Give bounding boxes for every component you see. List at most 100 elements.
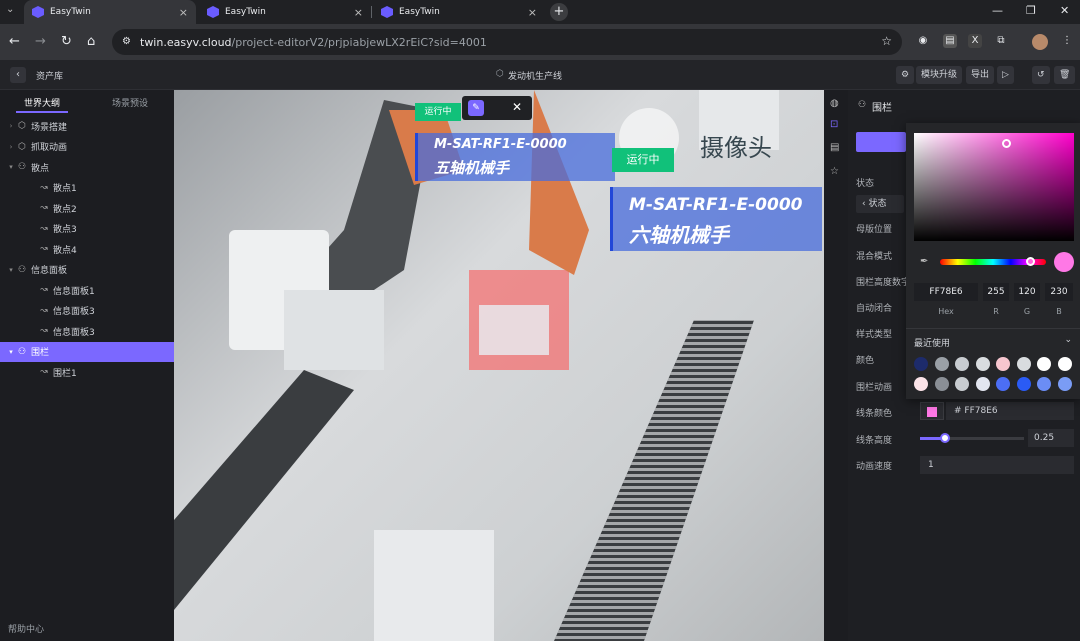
info-panel-six-axis[interactable]: M-SAT-RF1-E-0000 六轴机械手 bbox=[610, 187, 822, 251]
expand-arrow-icon[interactable]: › bbox=[6, 122, 16, 130]
app-header: ‹ 资产库 ⬡ 发动机生产线 ⚙ 模块升级 导出 ▷ ↺ 🗑 bbox=[0, 60, 1080, 90]
line-color-swatch[interactable] bbox=[920, 402, 944, 420]
export-button[interactable]: 导出 bbox=[966, 66, 995, 84]
close-icon[interactable]: × bbox=[528, 6, 537, 19]
new-tab-button[interactable]: + bbox=[550, 3, 568, 21]
delete-icon[interactable]: 🗑 bbox=[1054, 66, 1076, 84]
browser-menu-icon[interactable]: ⋮ bbox=[1060, 34, 1074, 48]
reload-icon[interactable]: ↻ bbox=[61, 34, 72, 49]
restore-icon[interactable]: ❐ bbox=[1026, 4, 1036, 17]
close-icon[interactable]: × bbox=[354, 6, 363, 19]
x-extension-icon[interactable]: X bbox=[968, 34, 982, 48]
star-icon[interactable]: ☆ bbox=[830, 166, 839, 177]
outline-item[interactable]: ↝ 围栏1 bbox=[0, 362, 174, 382]
select-node-icon[interactable]: ⊡ bbox=[830, 119, 838, 130]
color-swatch[interactable] bbox=[1057, 357, 1072, 371]
extension-icon[interactable]: ▤ bbox=[943, 34, 957, 48]
settings-gear-icon[interactable]: ⚙ bbox=[896, 66, 915, 84]
outline-item[interactable]: ↝ 散点4 bbox=[0, 239, 174, 259]
eyedropper-icon[interactable]: ✒ bbox=[920, 256, 928, 267]
browser-tab[interactable]: EasyTwin × bbox=[199, 0, 372, 24]
outline-item[interactable]: ↝ 信息面板3 bbox=[0, 321, 174, 341]
screenshot-extension-icon[interactable]: ◉ bbox=[916, 34, 930, 48]
site-info-icon[interactable]: ⚙ bbox=[122, 36, 131, 47]
hex-input[interactable]: FF78E6 bbox=[914, 283, 978, 301]
extensions-puzzle-icon[interactable]: ⧉ bbox=[994, 34, 1008, 48]
outline-item[interactable]: ↝ 信息面板3 bbox=[0, 301, 174, 321]
asset-library-link[interactable]: 资产库 bbox=[36, 69, 63, 82]
outline-item[interactable]: ↝ 散点2 bbox=[0, 198, 174, 218]
outline-item[interactable]: ↝ 散点3 bbox=[0, 219, 174, 239]
home-icon[interactable]: ⌂ bbox=[87, 34, 95, 49]
bookmark-star-icon[interactable]: ☆ bbox=[881, 34, 892, 48]
expand-arrow-icon[interactable]: ▾ bbox=[6, 348, 16, 356]
outline-item[interactable]: › ⬡ 抓取动画 bbox=[0, 137, 174, 157]
saturation-value-area[interactable] bbox=[914, 133, 1074, 241]
equipment-name: 五轴机械手 bbox=[434, 159, 510, 177]
slider-handle[interactable] bbox=[940, 433, 950, 443]
tab-search-icon[interactable]: ⌄ bbox=[6, 4, 14, 15]
layers-icon[interactable]: ▤ bbox=[830, 142, 839, 153]
url-path: /project-editorV2/prjpiabjewLX2rEiC?sid=… bbox=[231, 35, 487, 49]
outline-item[interactable]: ▾ ⚇ 散点 bbox=[0, 157, 174, 177]
window-close-icon[interactable]: ✕ bbox=[1060, 4, 1069, 17]
back-arrow-icon[interactable]: ← bbox=[9, 34, 20, 49]
help-center-link[interactable]: 帮助中心 bbox=[8, 622, 44, 635]
color-swatch[interactable] bbox=[1037, 377, 1051, 391]
green-input[interactable]: 120 bbox=[1014, 283, 1040, 301]
outline-item[interactable]: › ⬡ 场景搭建 bbox=[0, 116, 174, 136]
saturation-knob[interactable] bbox=[1002, 139, 1011, 148]
back-button[interactable]: ‹ bbox=[10, 67, 26, 83]
line-color-input[interactable]: # FF78E6 bbox=[946, 402, 1074, 420]
color-swatch[interactable] bbox=[996, 357, 1010, 371]
info-panel-five-axis[interactable]: M-SAT-RF1-E-0000 五轴机械手 bbox=[415, 133, 615, 181]
expand-arrow-icon[interactable]: › bbox=[6, 143, 16, 151]
outline-item[interactable]: ↝ 信息面板1 bbox=[0, 280, 174, 300]
color-swatch[interactable] bbox=[914, 357, 928, 371]
hue-knob[interactable] bbox=[1026, 257, 1035, 266]
address-bar[interactable]: ⚙ twin.easyv.cloud/project-editorV2/prjp… bbox=[112, 29, 902, 55]
close-icon[interactable]: × bbox=[179, 6, 188, 19]
red-input[interactable]: 255 bbox=[983, 283, 1009, 301]
outline-item-label: 散点3 bbox=[53, 225, 77, 235]
browser-tab[interactable]: EasyTwin × bbox=[24, 0, 196, 24]
color-swatch[interactable] bbox=[1037, 357, 1051, 371]
link-icon: ↝ bbox=[40, 182, 48, 193]
line-height-input[interactable]: 0.25 bbox=[1028, 429, 1074, 447]
outline-item[interactable]: ↝ 散点1 bbox=[0, 178, 174, 198]
outline-item[interactable]: ▾ ⚇ 信息面板 bbox=[0, 260, 174, 280]
color-swatch[interactable] bbox=[1016, 357, 1031, 371]
play-icon[interactable]: ▷ bbox=[997, 66, 1014, 84]
animation-speed-input[interactable]: 1 bbox=[920, 456, 1074, 474]
primary-action-button[interactable] bbox=[856, 132, 906, 152]
browser-tab[interactable]: EasyTwin × bbox=[373, 0, 545, 24]
color-swatch[interactable] bbox=[996, 377, 1010, 391]
edit-node-icon[interactable]: ✎ bbox=[468, 100, 484, 116]
chevron-down-icon[interactable]: ⌄ bbox=[1064, 335, 1072, 345]
globe-icon[interactable]: ◍ bbox=[830, 98, 839, 109]
state-selector[interactable]: ‹ 状态 bbox=[856, 195, 904, 213]
color-swatch[interactable] bbox=[955, 377, 969, 391]
color-swatch[interactable] bbox=[934, 377, 949, 391]
tab-scene-presets[interactable]: 场景预设 bbox=[112, 96, 148, 109]
forward-arrow-icon[interactable]: → bbox=[35, 34, 46, 49]
outline-item[interactable]: ▾ ⚇ 围栏 bbox=[0, 341, 174, 362]
browser-toolbar: ← → ↻ ⌂ ⚙ twin.easyv.cloud/project-edito… bbox=[0, 24, 1080, 60]
color-swatch[interactable] bbox=[934, 357, 949, 371]
minimize-icon[interactable]: — bbox=[992, 4, 1003, 17]
expand-arrow-icon[interactable]: ▾ bbox=[6, 163, 16, 171]
color-swatch[interactable] bbox=[975, 357, 990, 371]
expand-arrow-icon[interactable]: ▾ bbox=[6, 266, 16, 274]
color-swatch[interactable] bbox=[1057, 377, 1072, 391]
close-icon[interactable]: ✕ bbox=[512, 100, 522, 114]
module-upgrade-button[interactable]: 模块升级 bbox=[916, 66, 963, 84]
history-icon[interactable]: ↺ bbox=[1032, 66, 1050, 84]
color-swatch[interactable] bbox=[914, 377, 928, 391]
line-height-slider[interactable] bbox=[920, 437, 1024, 440]
tab-world-outline[interactable]: 世界大纲 bbox=[24, 96, 60, 109]
color-swatch[interactable] bbox=[975, 377, 990, 391]
color-swatch[interactable] bbox=[955, 357, 969, 371]
profile-avatar[interactable] bbox=[1032, 34, 1048, 50]
color-swatch[interactable] bbox=[1016, 377, 1031, 391]
blue-input[interactable]: 230 bbox=[1045, 283, 1073, 301]
